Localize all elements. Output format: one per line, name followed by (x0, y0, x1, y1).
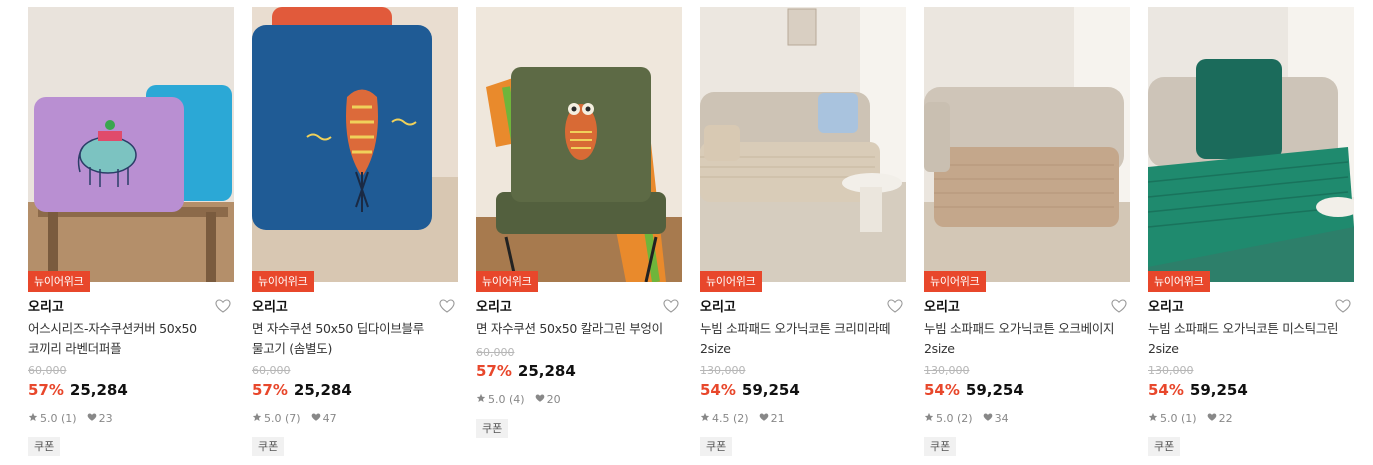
price-row: 54% 59,254 (700, 381, 800, 399)
sale-price: 59,254 (1189, 381, 1248, 399)
price-row: 54% 59,254 (1148, 381, 1248, 399)
event-badge: 뉴이어위크 (924, 271, 986, 292)
product-grid: 뉴이어위크 오리고 어스시리즈-자수쿠션커버 50x50 코끼리 라벤더퍼플 6… (0, 0, 1373, 465)
product-title[interactable]: 면 자수쿠션 50x50 딥다이브블루 물고기 (솜별도) (252, 319, 458, 359)
price-row: 54% 59,254 (924, 381, 1024, 399)
product-card[interactable]: 뉴이어위크 오리고 어스시리즈-자수쿠션커버 50x50 코끼리 라벤더퍼플 6… (28, 7, 234, 465)
heart-small-icon (983, 412, 993, 425)
like-count: 21 (770, 412, 785, 425)
star-icon (28, 412, 38, 425)
heart-small-icon (535, 393, 545, 406)
wishlist-heart-icon[interactable] (886, 297, 904, 315)
brand-name[interactable]: 오리고 (28, 296, 64, 315)
original-price: 60,000 (252, 364, 291, 377)
event-badge: 뉴이어위크 (1148, 271, 1210, 292)
product-title[interactable]: 누빔 소파패드 오가닉코튼 크리미라떼 2size (700, 319, 906, 359)
coupon-tag: 쿠폰 (476, 419, 509, 438)
like-count: 22 (1218, 412, 1233, 425)
wishlist-heart-icon[interactable] (214, 297, 232, 315)
discount-rate: 57% (252, 381, 288, 399)
review-meta: 5.0 (4) 20 (476, 393, 561, 406)
wishlist-heart-icon[interactable] (662, 297, 680, 315)
product-image[interactable] (700, 7, 906, 282)
rating: 5.0 (4) (488, 393, 525, 406)
product-card[interactable]: 뉴이어위크 오리고 누빔 소파패드 오가닉코튼 미스틱그린 2size 130,… (1148, 7, 1354, 465)
product-image[interactable] (476, 7, 682, 282)
heart-small-icon (311, 412, 321, 425)
price-row: 57% 25,284 (476, 362, 576, 380)
product-title[interactable]: 면 자수쿠션 50x50 칼라그린 부엉이 (476, 319, 682, 339)
sale-price: 59,254 (965, 381, 1024, 399)
sale-price: 59,254 (741, 381, 800, 399)
brand-name[interactable]: 오리고 (1148, 296, 1184, 315)
coupon-tag: 쿠폰 (252, 437, 285, 456)
star-icon (252, 412, 262, 425)
star-icon (1148, 412, 1158, 425)
original-price: 130,000 (700, 364, 746, 377)
star-icon (476, 393, 486, 406)
heart-small-icon (87, 412, 97, 425)
star-icon (924, 412, 934, 425)
rating: 5.0 (1) (1160, 412, 1197, 425)
product-title[interactable]: 누빔 소파패드 오가닉코튼 오크베이지 2size (924, 319, 1130, 359)
product-title[interactable]: 어스시리즈-자수쿠션커버 50x50 코끼리 라벤더퍼플 (28, 319, 234, 359)
wishlist-heart-icon[interactable] (438, 297, 456, 315)
original-price: 130,000 (1148, 364, 1194, 377)
product-image[interactable] (1148, 7, 1354, 282)
event-badge: 뉴이어위크 (252, 271, 314, 292)
brand-name[interactable]: 오리고 (252, 296, 288, 315)
product-title[interactable]: 누빔 소파패드 오가닉코튼 미스틱그린 2size (1148, 319, 1354, 359)
product-card[interactable]: 뉴이어위크 오리고 면 자수쿠션 50x50 칼라그린 부엉이 60,000 5… (476, 7, 682, 465)
like-count: 20 (546, 393, 561, 406)
original-price: 130,000 (924, 364, 970, 377)
wishlist-heart-icon[interactable] (1110, 297, 1128, 315)
wishlist-heart-icon[interactable] (1334, 297, 1352, 315)
discount-rate: 54% (700, 381, 736, 399)
review-meta: 5.0 (7) 47 (252, 412, 337, 425)
original-price: 60,000 (476, 346, 515, 359)
review-meta: 5.0 (1) 22 (1148, 412, 1233, 425)
product-card[interactable]: 뉴이어위크 오리고 누빔 소파패드 오가닉코튼 오크베이지 2size 130,… (924, 7, 1130, 465)
product-image[interactable] (252, 7, 458, 282)
like-count: 47 (322, 412, 337, 425)
heart-small-icon (1207, 412, 1217, 425)
original-price: 60,000 (28, 364, 67, 377)
review-meta: 5.0 (2) 34 (924, 412, 1009, 425)
coupon-tag: 쿠폰 (28, 437, 61, 456)
price-row: 57% 25,284 (252, 381, 352, 399)
coupon-tag: 쿠폰 (700, 437, 733, 456)
sale-price: 25,284 (517, 362, 576, 380)
product-image[interactable] (28, 7, 234, 282)
brand-name[interactable]: 오리고 (924, 296, 960, 315)
brand-name[interactable]: 오리고 (700, 296, 736, 315)
discount-rate: 54% (924, 381, 960, 399)
review-meta: 5.0 (1) 23 (28, 412, 113, 425)
like-count: 34 (994, 412, 1009, 425)
sale-price: 25,284 (69, 381, 128, 399)
sale-price: 25,284 (293, 381, 352, 399)
like-count: 23 (98, 412, 113, 425)
review-meta: 4.5 (2) 21 (700, 412, 785, 425)
event-badge: 뉴이어위크 (476, 271, 538, 292)
heart-small-icon (759, 412, 769, 425)
rating: 4.5 (2) (712, 412, 749, 425)
discount-rate: 57% (476, 362, 512, 380)
discount-rate: 54% (1148, 381, 1184, 399)
star-icon (700, 412, 710, 425)
event-badge: 뉴이어위크 (28, 271, 90, 292)
product-image[interactable] (924, 7, 1130, 282)
coupon-tag: 쿠폰 (924, 437, 957, 456)
brand-name[interactable]: 오리고 (476, 296, 512, 315)
rating: 5.0 (2) (936, 412, 973, 425)
coupon-tag: 쿠폰 (1148, 437, 1181, 456)
price-row: 57% 25,284 (28, 381, 128, 399)
rating: 5.0 (1) (40, 412, 77, 425)
event-badge: 뉴이어위크 (700, 271, 762, 292)
rating: 5.0 (7) (264, 412, 301, 425)
discount-rate: 57% (28, 381, 64, 399)
product-card[interactable]: 뉴이어위크 오리고 누빔 소파패드 오가닉코튼 크리미라떼 2size 130,… (700, 7, 906, 465)
product-card[interactable]: 뉴이어위크 오리고 면 자수쿠션 50x50 딥다이브블루 물고기 (솜별도) … (252, 7, 458, 465)
